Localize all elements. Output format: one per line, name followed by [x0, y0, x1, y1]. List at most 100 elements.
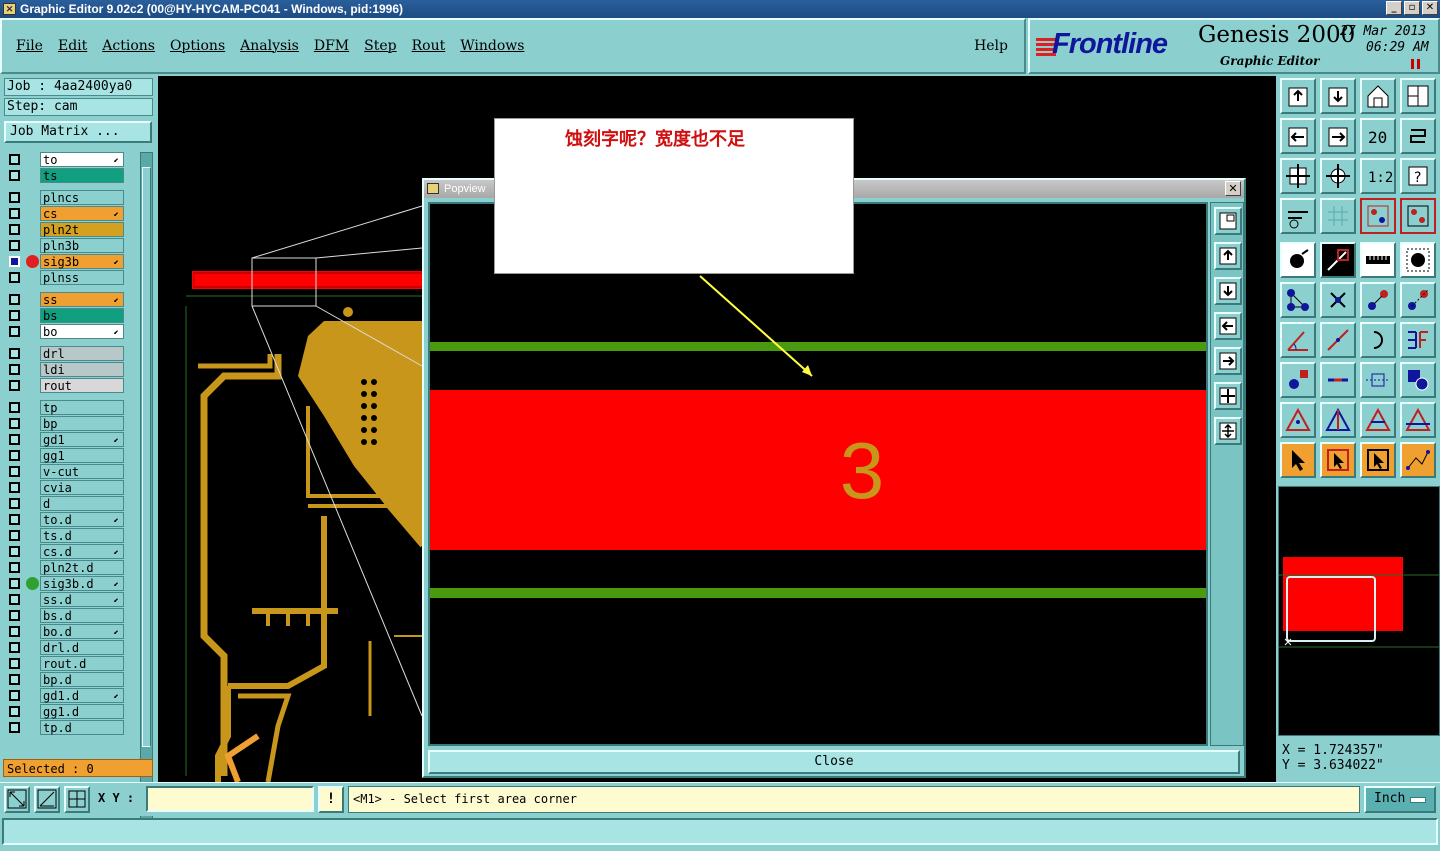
maximize-button[interactable]: ▫	[1404, 1, 1420, 15]
measure-icon[interactable]	[1280, 198, 1316, 234]
layer-row[interactable]: rout.d	[4, 656, 128, 671]
menu-edit[interactable]: Edit	[58, 38, 87, 54]
layer-checkbox[interactable]	[9, 208, 20, 219]
add-pad-icon[interactable]	[1280, 242, 1316, 278]
ruler-icon[interactable]	[1360, 242, 1396, 278]
layer-name[interactable]: cs ⬋	[40, 206, 124, 221]
save-icon[interactable]	[1320, 78, 1356, 114]
layer-row[interactable]: pln2t	[4, 222, 128, 237]
pan-right-tool-icon[interactable]	[1320, 118, 1356, 154]
layer-checkbox[interactable]	[9, 706, 20, 717]
layer-name[interactable]: sig3b ⬋	[40, 254, 124, 269]
layer-checkbox[interactable]	[9, 170, 20, 181]
layer-name[interactable]: bo ⬋	[40, 324, 124, 339]
layer-name[interactable]: cvia	[40, 480, 124, 495]
layer-checkbox[interactable]	[9, 642, 20, 653]
snap-mode-icon[interactable]	[1400, 198, 1436, 234]
layer-row[interactable]: pln2t.d	[4, 560, 128, 575]
layer-row[interactable]: rout	[4, 378, 128, 393]
layer-row[interactable]: gd1 ⬋	[4, 432, 128, 447]
layer-checkbox[interactable]	[9, 380, 20, 391]
layer-checkbox[interactable]	[9, 514, 20, 525]
layer-row[interactable]: pln3b	[4, 238, 128, 253]
popview-close-icon[interactable]: ✕	[1225, 181, 1241, 196]
add-surface-icon[interactable]	[1400, 242, 1436, 278]
unit-selector[interactable]: Inch	[1364, 786, 1436, 813]
layer-name[interactable]: ss ⬋	[40, 292, 124, 307]
menu-actions[interactable]: Actions	[102, 38, 155, 54]
layer-name[interactable]: gg1.d	[40, 704, 124, 719]
layer-row[interactable]: gg1	[4, 448, 128, 463]
close-window-button[interactable]: ✕	[1422, 1, 1438, 15]
layer-name[interactable]: pln2t.d	[40, 560, 124, 575]
layer-row[interactable]: bs	[4, 308, 128, 323]
angle-line-icon[interactable]	[1280, 322, 1316, 358]
layer-checkbox[interactable]	[9, 348, 20, 359]
select-arrow-icon[interactable]	[1280, 442, 1316, 478]
select-box-icon[interactable]	[1320, 442, 1356, 478]
pan-left-tool-icon[interactable]	[1280, 118, 1316, 154]
pause-icon[interactable]	[1411, 59, 1420, 69]
zoom-home-icon[interactable]	[1214, 417, 1242, 445]
grid-icon[interactable]	[1320, 198, 1356, 234]
menu-rout[interactable]: Rout	[412, 38, 446, 54]
layer-name[interactable]: plnss	[40, 270, 124, 285]
snap-icon[interactable]	[1360, 198, 1396, 234]
layer-list-scrollbar[interactable]	[140, 152, 153, 832]
layer-name[interactable]: ldi	[40, 362, 124, 377]
layer-row[interactable]: ts.d	[4, 528, 128, 543]
add-line-icon[interactable]	[1320, 242, 1356, 278]
layer-row[interactable]: cvia	[4, 480, 128, 495]
layer-checkbox[interactable]	[9, 578, 20, 589]
move-node-icon[interactable]	[1360, 282, 1396, 318]
popview-close-button[interactable]: Close	[428, 750, 1240, 774]
help-icon[interactable]: ?	[1400, 158, 1436, 194]
job-matrix-button[interactable]: Job Matrix ...	[4, 121, 152, 143]
layer-row[interactable]: tp	[4, 400, 128, 415]
layer-name[interactable]: pln2t	[40, 222, 124, 237]
layer-name[interactable]: ss.d ⬋	[40, 592, 124, 607]
layer-name[interactable]: bo.d ⬋	[40, 624, 124, 639]
menu-help[interactable]: Help	[974, 38, 1008, 54]
zoom-center-icon[interactable]	[1320, 158, 1356, 194]
layer-checkbox[interactable]	[9, 498, 20, 509]
select-path-icon[interactable]	[1400, 442, 1436, 478]
layer-row[interactable]: ldi	[4, 362, 128, 377]
layer-name[interactable]: drl	[40, 346, 124, 361]
layer-checkbox[interactable]	[9, 722, 20, 733]
layer-name[interactable]: cs.d ⬋	[40, 544, 124, 559]
triangle-split-icon[interactable]	[1360, 402, 1396, 438]
grid-toggle-icon[interactable]	[64, 786, 90, 813]
layer-checkbox[interactable]	[9, 466, 20, 477]
layer-name[interactable]: rout.d	[40, 656, 124, 671]
layer-name[interactable]: gg1	[40, 448, 124, 463]
triangle-cut-icon[interactable]	[1400, 402, 1436, 438]
layer-row[interactable]: to.d ⬋	[4, 512, 128, 527]
layer-name[interactable]: gd1 ⬋	[40, 432, 124, 447]
layer-name[interactable]: drl.d	[40, 640, 124, 655]
layer-name[interactable]: bs	[40, 308, 124, 323]
layer-checkbox[interactable]	[9, 272, 20, 283]
layer-checkbox[interactable]	[9, 546, 20, 557]
layer-name[interactable]: tp.d	[40, 720, 124, 735]
overview-map[interactable]	[1278, 486, 1440, 736]
draw-line-icon[interactable]	[1320, 322, 1356, 358]
layer-checkbox[interactable]	[9, 610, 20, 621]
layer-row[interactable]: v-cut	[4, 464, 128, 479]
layer-checkbox[interactable]	[9, 294, 20, 305]
layer-row[interactable]: to ⬋	[4, 152, 128, 167]
layer-name[interactable]: pln3b	[40, 238, 124, 253]
layer-checkbox[interactable]	[9, 364, 20, 375]
warning-button[interactable]: !	[318, 786, 344, 813]
layer-row[interactable]: gg1.d	[4, 704, 128, 719]
minimize-button[interactable]: _	[1386, 1, 1402, 15]
layer-name[interactable]: ts.d	[40, 528, 124, 543]
pan-right-icon[interactable]	[1214, 347, 1242, 375]
layer-row[interactable]: sig3b.d ⬋	[4, 576, 128, 591]
dimension-icon[interactable]	[1360, 362, 1396, 398]
layer-checkbox[interactable]	[9, 402, 20, 413]
menu-options[interactable]: Options	[170, 38, 225, 54]
layer-checkbox[interactable]	[9, 310, 20, 321]
layer-row[interactable]: tp.d	[4, 720, 128, 735]
layer-checkbox[interactable]	[9, 594, 20, 605]
